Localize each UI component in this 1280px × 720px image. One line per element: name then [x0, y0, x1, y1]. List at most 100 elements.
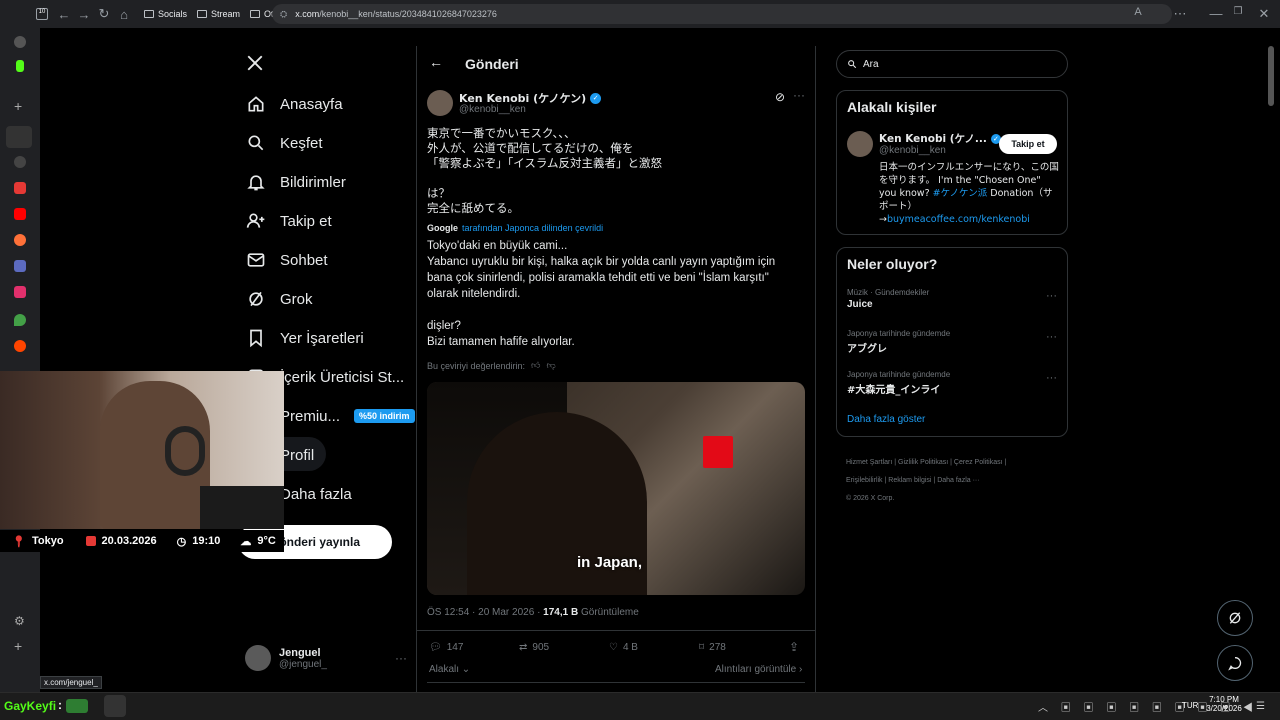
follow-button[interactable]: Takip et: [999, 134, 1057, 154]
leaf-icon[interactable]: [14, 314, 26, 326]
youtube-icon[interactable]: [14, 208, 26, 220]
mail-icon[interactable]: [14, 260, 26, 272]
add-icon[interactable]: +: [14, 639, 26, 653]
nav-bookmarks[interactable]: Yer İşaretleri: [246, 326, 364, 350]
nav-home[interactable]: Anasayfa: [246, 92, 343, 116]
tab-count-icon[interactable]: 10: [36, 8, 48, 20]
more-dots-icon[interactable]: ···: [395, 651, 407, 665]
microphone-arm: [200, 486, 284, 529]
person-handle[interactable]: @kenobi__ken: [879, 145, 946, 156]
search-icon: [848, 60, 857, 69]
menu-dots-icon[interactable]: ⋯: [1170, 6, 1190, 22]
taskbar: GayKeyfi : ︿ ▣ ▣ ▣ ▣ ▣ ▣ ▣ ▣ ◀ TUR 7:10 …: [0, 692, 1280, 720]
account-handle: @jenguel_: [279, 658, 327, 670]
share-icon[interactable]: ⇪: [789, 640, 799, 654]
messages-fab[interactable]: [1217, 645, 1253, 681]
grok-icon: [249, 291, 263, 307]
reddit-icon[interactable]: [14, 340, 26, 352]
reload-icon[interactable]: ↻: [94, 6, 114, 22]
home-icon[interactable]: ⌂: [114, 7, 134, 22]
nav-explore[interactable]: Keşfet: [246, 131, 323, 155]
repost-icon: ⇄: [519, 642, 528, 653]
headphones-icon: [165, 426, 205, 476]
trends-title: Neler oluyor?: [847, 256, 938, 272]
more-dots-icon[interactable]: ···: [1046, 290, 1057, 302]
video-caption: in Japan,: [577, 554, 643, 571]
person-name[interactable]: Ken Kenobi (ケノ... ✓: [879, 131, 1001, 146]
divider: [417, 630, 815, 631]
more-dots-icon[interactable]: ···: [793, 88, 805, 102]
back-arrow-icon[interactable]: ←: [429, 54, 443, 70]
taskbar-app-icon[interactable]: [104, 695, 126, 717]
relevant-people-title: Alakalı kişiler: [847, 99, 937, 115]
back-icon[interactable]: ←: [54, 7, 74, 22]
address-bar[interactable]: ⛭ x.com/kenobi__ken/status/2034841026847…: [272, 4, 1172, 24]
instagram-icon[interactable]: [14, 286, 26, 298]
post-column: ← Gönderi Ken Kenobi (ケノケン) ✓ @kenobi__k…: [416, 46, 816, 692]
minimize-icon[interactable]: —: [1206, 6, 1226, 21]
account-switcher[interactable]: Jenguel @jenguel_ ···: [245, 645, 407, 671]
show-more-link[interactable]: Daha fazla göster: [847, 414, 925, 425]
app-icon[interactable]: [14, 156, 26, 168]
maximize-icon[interactable]: ❐: [1228, 6, 1248, 17]
trend-item[interactable]: Müzik · Gündemdekiler Juice ···: [847, 288, 1057, 310]
like-button[interactable]: ♡ 4 B: [609, 642, 638, 653]
calendar-icon: [85, 536, 96, 546]
nav-chat[interactable]: Sohbet: [246, 248, 328, 272]
grok-fab[interactable]: [1217, 600, 1253, 636]
system-clock[interactable]: 7:10 PM 3/20/2026: [1203, 695, 1245, 713]
rate-translation: Bu çeviriyi değerlendirin: 👍︎ 👎︎: [427, 360, 556, 371]
youtube-icon[interactable]: [14, 182, 26, 194]
relevant-sort-dropdown[interactable]: Alakalı ⌄: [429, 664, 470, 675]
bookmark-icon: [250, 329, 262, 348]
firefox-icon[interactable]: [14, 234, 26, 246]
scrollbar[interactable]: [1268, 46, 1274, 106]
person-avatar[interactable]: [847, 131, 873, 157]
person-bio: 日本一のインフルエンサーになり、この国を守ります。 I'm the "Chose…: [879, 162, 1059, 225]
site-info-icon[interactable]: ⛭: [280, 9, 287, 20]
add-icon[interactable]: +: [14, 99, 26, 113]
account-name: Jenguel: [279, 646, 321, 659]
trends-card: Neler oluyor? Müzik · Gündemdekiler Juic…: [836, 247, 1068, 437]
location-pin-icon: 📍︎: [12, 535, 26, 548]
settings-icon[interactable]: ⚙: [14, 614, 26, 628]
profile-icon[interactable]: [14, 36, 26, 48]
kick-icon[interactable]: [16, 60, 24, 72]
taskbar-label: GayKeyfi: [4, 699, 57, 713]
heart-icon: ♡: [609, 642, 618, 653]
taskbar-app-icon[interactable]: [66, 699, 88, 713]
trend-item[interactable]: Japonya tarihinde gündemde #大森元貴_インライ ··…: [847, 370, 1057, 396]
nav-grok[interactable]: Grok: [246, 287, 313, 311]
bookmark-socials[interactable]: Socials: [144, 9, 187, 19]
search-input[interactable]: Ara: [863, 59, 879, 70]
translation-note: Google tarafından Japonca dilinden çevri…: [427, 223, 604, 233]
close-icon[interactable]: ✕: [1254, 6, 1274, 22]
thumbs-up-icon[interactable]: 👍︎: [531, 360, 540, 371]
bookmark-stream[interactable]: Stream: [197, 9, 240, 19]
x-logo-icon[interactable]: [246, 54, 264, 75]
view-quotes-link[interactable]: Alıntıları görüntüle ›: [715, 664, 802, 675]
grok-icon: [1229, 612, 1241, 624]
repost-button[interactable]: ⇄ 905: [519, 642, 549, 653]
nav-notifications[interactable]: Bildirimler: [246, 170, 346, 194]
x-app-icon[interactable]: [6, 126, 32, 148]
search-field[interactable]: Ara: [836, 50, 1068, 78]
language-indicator[interactable]: TUR: [1182, 701, 1198, 710]
author-handle[interactable]: @kenobi__ken: [459, 104, 526, 115]
status-url: x.com/jenguel_: [40, 676, 102, 689]
bookmark-button[interactable]: ⌑ 278: [699, 642, 726, 653]
thumbs-down-icon[interactable]: 👎︎: [546, 360, 555, 371]
reply-button[interactable]: 💬︎ 147: [429, 642, 463, 653]
forward-icon[interactable]: →: [74, 7, 94, 22]
nav-follow[interactable]: Takip et: [246, 209, 332, 233]
author-avatar[interactable]: [427, 90, 453, 116]
trend-item[interactable]: Japonya tarihinde gündemde アブグレ ···: [847, 329, 1057, 355]
translate-icon[interactable]: A: [1128, 6, 1148, 18]
more-dots-icon[interactable]: ···: [1046, 372, 1057, 384]
folder-icon: [144, 10, 154, 18]
reply-icon: 💬︎: [429, 642, 442, 653]
post-video[interactable]: in Japan,: [427, 382, 805, 595]
grok-analyze-icon[interactable]: ⊘: [775, 90, 785, 104]
notification-icon[interactable]: ☰: [1256, 701, 1265, 712]
more-dots-icon[interactable]: ···: [1046, 331, 1057, 343]
